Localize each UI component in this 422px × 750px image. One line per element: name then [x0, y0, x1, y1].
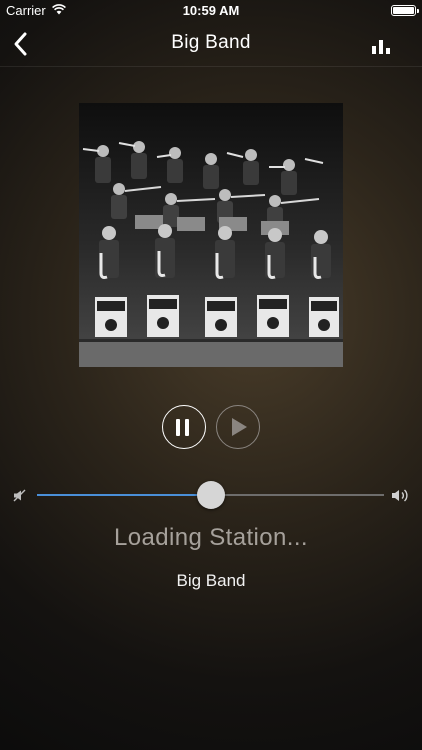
bar-chart-icon[interactable] [372, 36, 394, 54]
loading-status: Loading Station... [113, 524, 308, 551]
battery-icon [391, 5, 419, 16]
nav-title: Big Band [171, 32, 251, 53]
volume-control [0, 480, 422, 510]
pause-button[interactable] [162, 405, 206, 449]
volume-slider-fill [37, 494, 211, 496]
status-time: 10:59 AM [182, 3, 240, 18]
transport-controls [0, 405, 422, 451]
station-name: Big Band [176, 571, 246, 590]
status-bar: Carrier 10:59 AM [0, 0, 422, 22]
volume-slider[interactable] [37, 481, 384, 509]
album-artwork [79, 103, 343, 367]
nav-bar: Big Band [0, 22, 422, 67]
volume-slider-thumb[interactable] [197, 481, 225, 509]
play-icon [232, 418, 247, 436]
volume-mute-icon [13, 489, 26, 502]
volume-max-icon [392, 489, 408, 502]
play-button[interactable] [216, 405, 260, 449]
pause-icon [176, 419, 180, 436]
